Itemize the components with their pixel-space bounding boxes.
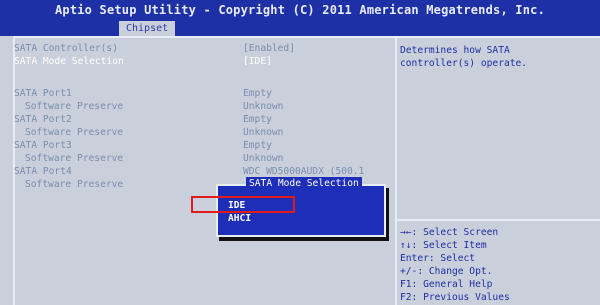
setting-value: Empty <box>243 140 272 151</box>
setting-label: SATA Port3 <box>14 140 72 151</box>
setting-label: SATA Mode Selection <box>14 56 124 67</box>
key-hint: F1: General Help <box>400 279 493 290</box>
setting-value: [Enabled] <box>243 43 295 54</box>
setting-value: Unknown <box>243 127 284 138</box>
tab-chipset[interactable]: Chipset <box>119 21 176 36</box>
key-hint: +/-: Change Opt. <box>400 266 493 277</box>
setting-label: SATA Controller(s) <box>14 43 118 54</box>
help-text: Determines how SATA controller(s) operat… <box>400 45 528 69</box>
setting-label: Software Preserve <box>25 179 124 190</box>
setting-label: Software Preserve <box>25 153 124 164</box>
option-ahci[interactable]: AHCI <box>228 212 251 225</box>
setting-label: SATA Port2 <box>14 114 72 125</box>
key-hint: →←: Select Screen <box>400 227 499 238</box>
setting-value: [IDE] <box>243 56 272 67</box>
key-hint: ↑↓: Select Item <box>400 240 487 251</box>
setting-value: Empty <box>243 114 272 125</box>
setting-value: Unknown <box>243 153 284 164</box>
app-title: Aptio Setup Utility - Copyright (C) 2011… <box>54 3 546 17</box>
key-hint: F2: Previous Values <box>400 292 510 303</box>
setting-label: SATA Port1 <box>14 88 72 99</box>
column-divider <box>395 36 397 305</box>
title-bar: Aptio Setup Utility - Copyright (C) 2011… <box>0 0 600 36</box>
popup-title: SATA Mode Selection <box>246 177 362 190</box>
help-divider <box>397 219 600 221</box>
key-hint: Enter: Select <box>400 253 476 264</box>
setting-label: SATA Port4 <box>14 166 72 177</box>
setting-value: Unknown <box>243 101 284 112</box>
setting-label: Software Preserve <box>25 127 124 138</box>
setting-label: Software Preserve <box>25 101 124 112</box>
selection-callout <box>191 196 295 213</box>
setting-value: Empty <box>243 88 272 99</box>
